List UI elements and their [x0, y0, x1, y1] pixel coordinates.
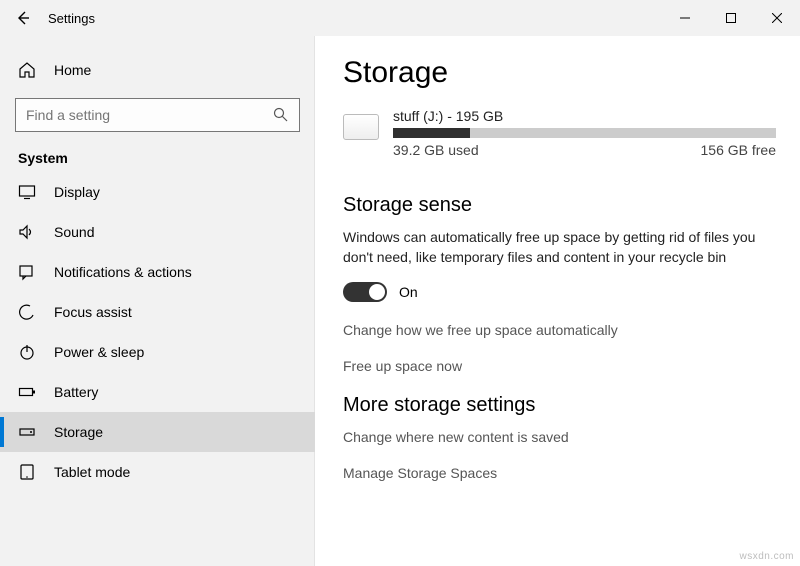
search-icon [273, 107, 289, 123]
sidebar-item-focus[interactable]: Focus assist [0, 292, 315, 332]
drive-usage-bar [393, 128, 776, 138]
focus-assist-icon [18, 303, 36, 321]
home-icon [18, 61, 36, 79]
storage-sense-heading: Storage sense [343, 194, 776, 217]
sidebar-home[interactable]: Home [0, 50, 315, 90]
back-button[interactable] [8, 3, 38, 33]
storage-sense-toggle[interactable] [343, 282, 387, 302]
sidebar-item-label: Display [54, 184, 100, 200]
sidebar-item-label: Notifications & actions [54, 264, 192, 280]
drive-icon [343, 114, 379, 140]
minimize-icon [680, 13, 690, 23]
minimize-button[interactable] [662, 2, 708, 34]
sidebar-item-label: Storage [54, 424, 103, 440]
back-arrow-icon [15, 10, 31, 26]
search-input[interactable] [26, 107, 273, 123]
drive-label: stuff (J:) - 195 GB [393, 108, 776, 124]
link-change-auto[interactable]: Change how we free up space automaticall… [343, 322, 776, 338]
display-icon [18, 183, 36, 201]
close-icon [772, 13, 782, 23]
watermark: wsxdn.com [739, 551, 794, 562]
sidebar-item-tablet[interactable]: Tablet mode [0, 452, 315, 492]
more-storage-heading: More storage settings [343, 394, 776, 417]
sidebar-item-battery[interactable]: Battery [0, 372, 315, 412]
maximize-button[interactable] [708, 2, 754, 34]
battery-icon [18, 383, 36, 401]
link-manage-storage-spaces[interactable]: Manage Storage Spaces [343, 465, 776, 481]
storage-sense-description: Windows can automatically free up space … [343, 227, 776, 268]
sound-icon [18, 223, 36, 241]
drive-row[interactable]: stuff (J:) - 195 GB 39.2 GB used 156 GB … [343, 108, 776, 158]
drive-free-text: 156 GB free [701, 142, 777, 158]
sidebar-item-sound[interactable]: Sound [0, 212, 315, 252]
sidebar-item-storage[interactable]: Storage [0, 412, 315, 452]
storage-sense-toggle-label: On [399, 284, 418, 300]
notifications-icon [18, 263, 36, 281]
window-title: Settings [38, 11, 95, 26]
main-content: Storage stuff (J:) - 195 GB 39.2 GB used… [315, 36, 800, 566]
close-button[interactable] [754, 2, 800, 34]
page-title: Storage [343, 56, 776, 90]
sidebar-item-display[interactable]: Display [0, 172, 315, 212]
maximize-icon [726, 13, 736, 23]
link-change-where-saved[interactable]: Change where new content is saved [343, 429, 776, 445]
link-free-up-now[interactable]: Free up space now [343, 358, 776, 374]
drive-used-text: 39.2 GB used [393, 142, 479, 158]
sidebar: Home System Display Sound [0, 36, 315, 566]
storage-icon [18, 423, 36, 441]
search-box[interactable] [15, 98, 300, 132]
power-icon [18, 343, 36, 361]
sidebar-item-power[interactable]: Power & sleep [0, 332, 315, 372]
sidebar-item-label: Tablet mode [54, 464, 130, 480]
tablet-icon [18, 463, 36, 481]
sidebar-item-label: Battery [54, 384, 98, 400]
sidebar-item-label: Power & sleep [54, 344, 144, 360]
sidebar-item-label: Focus assist [54, 304, 132, 320]
sidebar-item-notifications[interactable]: Notifications & actions [0, 252, 315, 292]
titlebar: Settings [0, 0, 800, 36]
sidebar-item-label: Sound [54, 224, 94, 240]
sidebar-home-label: Home [54, 62, 91, 78]
drive-usage-fill [393, 128, 470, 138]
sidebar-category: System [0, 146, 315, 172]
